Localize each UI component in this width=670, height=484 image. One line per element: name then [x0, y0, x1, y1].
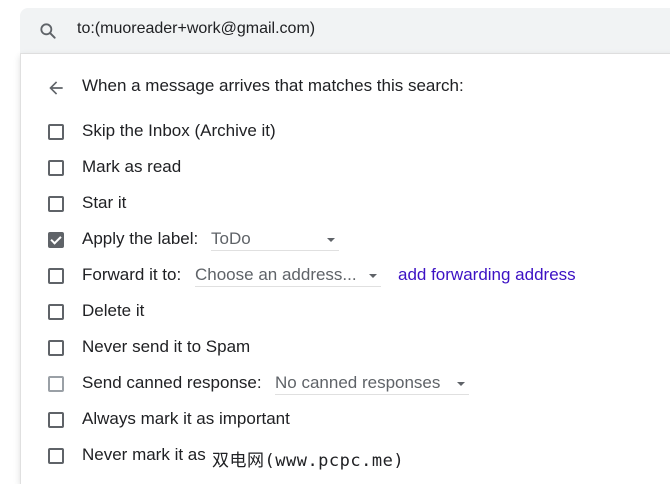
option-label: Delete it [82, 301, 145, 320]
add-forwarding-address-link[interactable]: add forwarding address [398, 265, 576, 285]
option-label: Star it [82, 193, 127, 212]
filter-header-text: When a message arrives that matches this… [82, 76, 464, 95]
option-delete: Delete it [21, 298, 670, 326]
option-forward: Forward it to: Choose an address... add … [21, 262, 670, 290]
forward-address-value: Choose an address... [195, 265, 357, 284]
option-label: Mark as read [82, 157, 182, 176]
back-arrow-icon[interactable] [46, 78, 66, 98]
forward-address-select[interactable]: Choose an address... [195, 264, 381, 287]
option-star: Star it [21, 190, 670, 218]
label-select-value: ToDo [211, 229, 251, 248]
never-important-checkbox[interactable] [48, 448, 64, 464]
apply-label-checkbox[interactable] [48, 232, 64, 248]
option-apply-label: Apply the label: ToDo [21, 226, 670, 254]
dropdown-arrow-icon [457, 382, 465, 386]
option-always-important: Always mark it as important [21, 406, 670, 434]
option-skip-inbox: Skip the Inbox (Archive it) [21, 118, 670, 146]
option-mark-read: Mark as read [21, 154, 670, 182]
search-bar[interactable]: to:(muoreader+work@gmail.com) [20, 8, 670, 53]
delete-checkbox[interactable] [48, 304, 64, 320]
option-label: Forward it to: [82, 265, 182, 284]
star-checkbox[interactable] [48, 196, 64, 212]
canned-response-checkbox[interactable] [48, 376, 64, 392]
label-select[interactable]: ToDo [211, 228, 339, 251]
canned-response-select[interactable]: No canned responses [275, 372, 469, 395]
mark-read-checkbox[interactable] [48, 160, 64, 176]
forward-checkbox[interactable] [48, 268, 64, 284]
dropdown-arrow-icon [369, 274, 377, 278]
never-spam-checkbox[interactable] [48, 340, 64, 356]
option-label: Never send it to Spam [82, 337, 251, 356]
filter-panel: When a message arrives that matches this… [20, 54, 670, 484]
search-input[interactable]: to:(muoreader+work@gmail.com) [77, 20, 315, 38]
filter-header: When a message arrives that matches this… [21, 76, 670, 100]
skip-inbox-checkbox[interactable] [48, 124, 64, 140]
option-label: Send canned response: [82, 373, 262, 392]
search-icon[interactable] [38, 21, 58, 41]
option-label: Skip the Inbox (Archive it) [82, 121, 276, 140]
option-label: Apply the label: [82, 229, 199, 248]
canned-response-value: No canned responses [275, 373, 441, 392]
always-important-checkbox[interactable] [48, 412, 64, 428]
dropdown-arrow-icon [327, 238, 335, 242]
option-label: Always mark it as important [82, 409, 290, 428]
option-never-spam: Never send it to Spam [21, 334, 670, 362]
watermark: 双电网(www.pcpc.me) [212, 451, 405, 471]
option-label: Never mark it as [82, 445, 206, 464]
option-canned-response: Send canned response: No canned response… [21, 370, 670, 398]
